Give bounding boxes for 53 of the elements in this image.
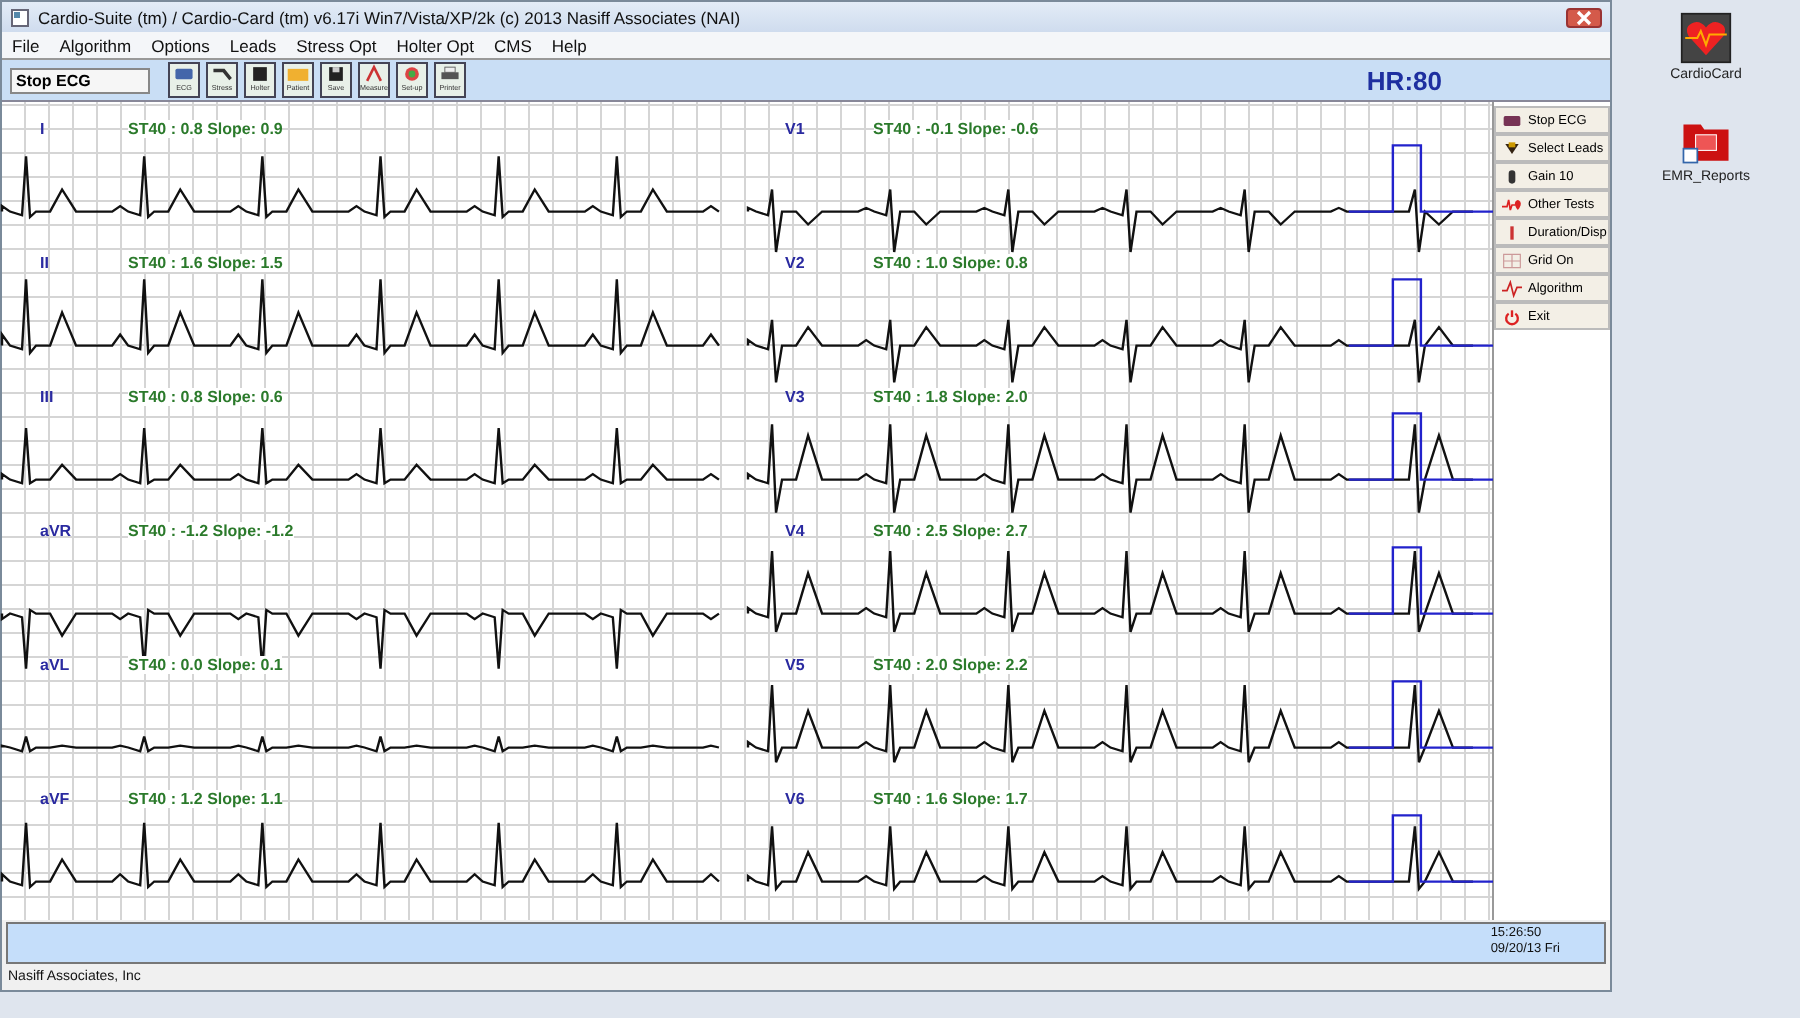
status-field[interactable]: Stop ECG xyxy=(10,67,150,93)
heart-rate-readout: HR:80 xyxy=(1366,65,1442,95)
menu-item[interactable]: File xyxy=(12,35,40,55)
ramp-icon xyxy=(210,64,234,84)
st-measurement: ST40 : -1.2 Slope: -1.2 xyxy=(128,521,294,539)
st-measurement: ST40 : 2.5 Slope: 2.7 xyxy=(873,521,1028,539)
st-measurement: ST40 : 1.8 Slope: 2.0 xyxy=(873,387,1028,405)
lead-label: II xyxy=(40,253,51,271)
printer-icon xyxy=(438,64,462,84)
app-icon xyxy=(10,7,30,27)
funnel-icon xyxy=(1502,139,1522,157)
lead-label: V1 xyxy=(785,119,807,137)
menu-item[interactable]: Options xyxy=(151,35,210,55)
st-measurement: ST40 : 1.6 Slope: 1.7 xyxy=(873,789,1028,807)
menu-item[interactable]: Leads xyxy=(229,35,277,55)
lead-label: V2 xyxy=(785,253,807,271)
menu-item[interactable]: Stress Opt xyxy=(296,35,377,55)
st-measurement: ST40 : -0.1 Slope: -0.6 xyxy=(873,119,1039,137)
lead-label: V3 xyxy=(785,387,807,405)
lead-label: I xyxy=(40,119,47,137)
folder-icon xyxy=(286,64,310,84)
lead-label: V5 xyxy=(785,655,807,673)
st-measurement: ST40 : 1.2 Slope: 1.1 xyxy=(128,789,283,807)
st-measurement: ST40 : 1.0 Slope: 0.8 xyxy=(873,253,1028,271)
monitor-icon xyxy=(1502,111,1522,129)
lead-label: aVR xyxy=(40,521,72,539)
monitor-icon xyxy=(172,64,196,84)
close-button[interactable] xyxy=(1566,7,1602,27)
st-measurement: ST40 : 0.0 Slope: 0.1 xyxy=(128,655,283,673)
save-icon xyxy=(324,64,348,84)
close-icon xyxy=(1574,9,1594,25)
heart-wave-icon xyxy=(1502,195,1522,213)
caliper-icon xyxy=(362,64,386,84)
heart-monitor-icon[interactable] xyxy=(1679,12,1732,64)
lead-label: V6 xyxy=(785,789,807,807)
lead-label: aVL xyxy=(40,655,72,673)
menu-item[interactable]: Algorithm xyxy=(59,35,132,55)
window-title: Cardio-Suite (tm) / Cardio-Card (tm) v6.17i Win7/Vista/XP/2k (c) 2013 Nasiff Associates (NAI) xyxy=(38,7,743,27)
st-measurement: ST40 : 0.8 Slope: 0.9 xyxy=(128,119,283,137)
st-measurement: ST40 : 1.6 Slope: 1.5 xyxy=(128,253,283,271)
lead-label: aVF xyxy=(40,789,72,807)
menu-item[interactable]: Help xyxy=(551,35,587,55)
lead-label: III xyxy=(40,387,56,405)
st-measurement: ST40 : 2.0 Slope: 2.2 xyxy=(873,655,1028,673)
power-icon xyxy=(1502,307,1522,325)
menu-item[interactable]: CMS xyxy=(493,35,532,55)
menu-item[interactable]: Holter Opt xyxy=(396,35,474,55)
st-measurement: ST40 : 0.8 Slope: 0.6 xyxy=(128,387,283,405)
lead-label: V4 xyxy=(785,521,807,539)
settings-icon xyxy=(400,64,424,84)
waveform-icon xyxy=(1502,279,1522,297)
device-icon xyxy=(248,64,272,84)
grid-icon xyxy=(1502,251,1522,269)
